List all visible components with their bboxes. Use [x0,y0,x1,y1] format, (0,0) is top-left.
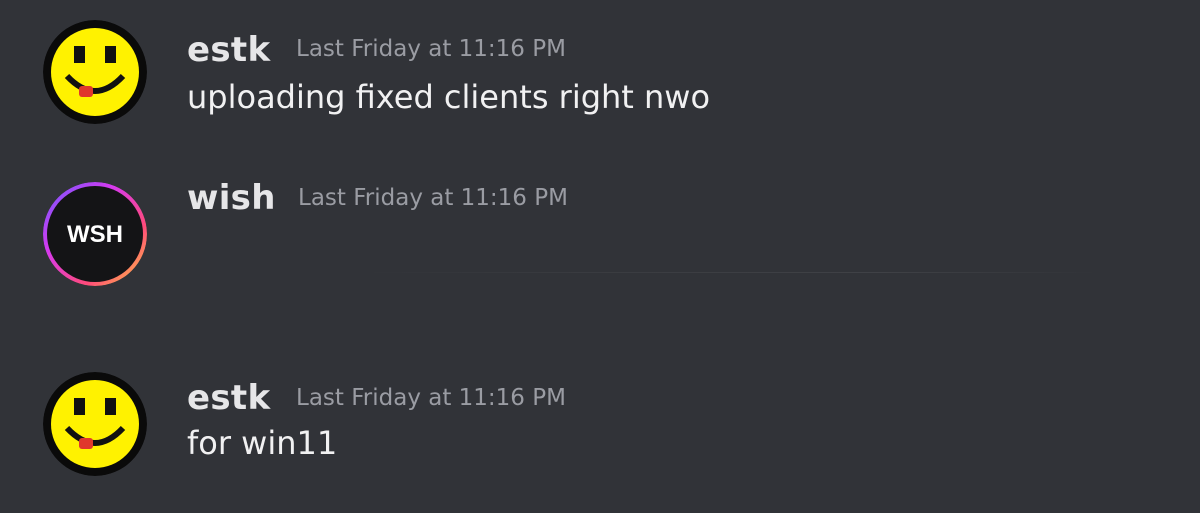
message-timestamp: Last Friday at 11:16 PM [298,185,568,211]
avatar[interactable]: WSH [43,182,147,286]
message-author[interactable]: estk [187,378,270,418]
chat-message-list: estk Last Friday at 11:16 PM uploading f… [0,0,1200,513]
message-content: uploading fixed clients right nwo [187,78,711,116]
message-author[interactable]: estk [187,30,270,70]
message-timestamp: Last Friday at 11:16 PM [296,385,566,411]
message-timestamp: Last Friday at 11:16 PM [296,36,566,62]
smiley-face-icon [43,372,147,476]
message-content: for win11 [187,424,338,462]
avatar[interactable] [43,20,147,124]
smiley-face-icon [43,20,147,124]
avatar-initials: WSH [67,221,123,248]
embed-divider [360,272,1100,273]
avatar[interactable] [43,372,147,476]
wsh-ring-icon: WSH [43,182,147,286]
message-author[interactable]: wish [187,178,276,218]
